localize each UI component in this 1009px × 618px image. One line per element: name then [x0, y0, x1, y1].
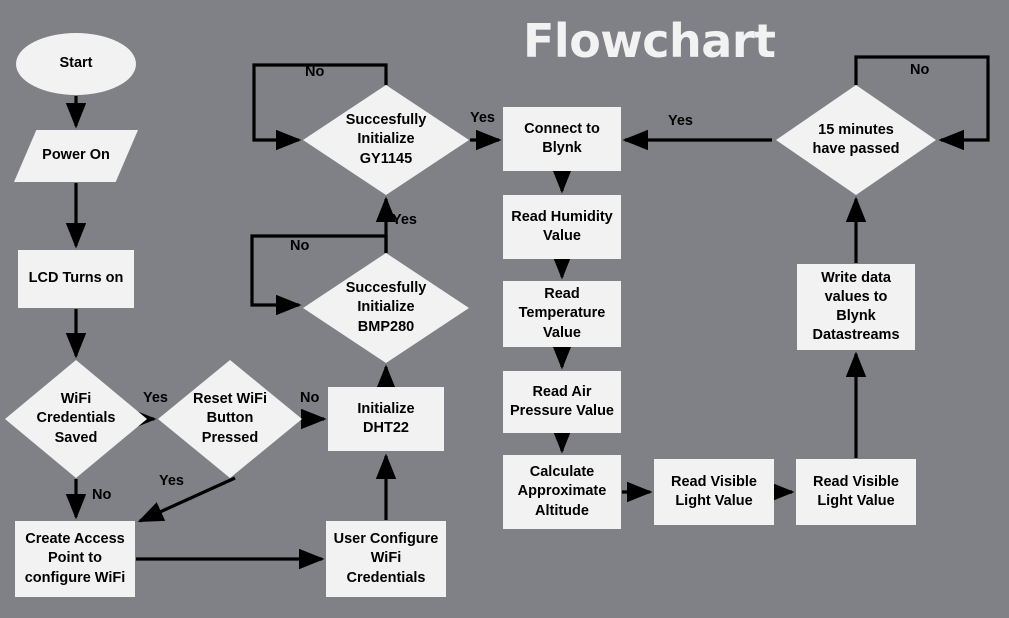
node-label-read_vis2: Read Visible Light Value — [813, 473, 899, 509]
page-title: Flowchart — [523, 14, 776, 68]
edge-label-gy1145-yes: Yes — [470, 110, 495, 126]
node-label-create_ap: Create Access Point to configure WiFi — [24, 531, 126, 586]
node-read_press: Read Air Pressure Value — [503, 371, 621, 433]
flowchart-canvas: Flowchart Start Power On LCD Turns on WiFi … — [0, 0, 1009, 618]
node-label-wifi_creds: WiFi Credentials Saved — [36, 391, 116, 446]
node-power_on: Power On — [14, 130, 138, 182]
node-read_vis1: Read Visible Light Value — [654, 459, 774, 525]
node-label-write_blynk: Write data values to Blynk Datastreams — [812, 269, 900, 344]
node-read_temp: Read Temperature Value — [503, 281, 621, 347]
node-reset_btn: Reset WiFi Button Pressed — [158, 360, 302, 478]
node-user_config: User Configure WiFi Credentials — [326, 521, 446, 597]
edge-label-resetbtn-no: No — [300, 390, 320, 406]
node-init_bmp280: Succesfully Initialize BMP280 — [303, 253, 469, 363]
edge-label-wificreds-no: No — [92, 487, 112, 503]
node-init_gy1145: Succesfully Initialize GY1145 — [303, 85, 469, 195]
node-label-connect_blynk: Connect to Blynk — [524, 120, 600, 156]
node-label-read_vis1: Read Visible Light Value — [671, 473, 757, 509]
edge-label-fifteen-yes: Yes — [668, 113, 693, 129]
node-read_hum: Read Humidity Value — [503, 195, 621, 259]
node-label-read_temp: Read Temperature Value — [518, 286, 606, 341]
node-label-init_gy1145: Succesfully Initialize GY1145 — [345, 112, 427, 167]
edge-label-resetbtn-yes: Yes — [159, 473, 184, 489]
node-wifi_creds: WiFi Credentials Saved — [5, 360, 147, 478]
node-start: Start — [16, 33, 136, 95]
node-label-fifteen_min: 15 minutes have passed — [812, 121, 900, 157]
edge-label-bmp280-yes: Yes — [392, 212, 417, 228]
node-label-lcd_on: LCD Turns on — [28, 270, 124, 287]
node-label-start: Start — [59, 55, 93, 72]
node-connect_blynk: Connect to Blynk — [503, 107, 621, 171]
node-label-init_bmp280: Succesfully Initialize BMP280 — [345, 280, 427, 335]
node-label-init_dht22: Initialize DHT22 — [357, 400, 415, 436]
node-init_dht22: Initialize DHT22 — [328, 387, 444, 451]
node-label-calc_alt: Calculate Approximate Altitude — [517, 464, 607, 519]
node-label-user_config: User Configure WiFi Credentials — [333, 531, 439, 586]
node-label-read_press: Read Air Pressure Value — [510, 383, 614, 419]
node-label-reset_btn: Reset WiFi Button Pressed — [193, 391, 267, 446]
node-calc_alt: Calculate Approximate Altitude — [503, 455, 621, 529]
node-read_vis2: Read Visible Light Value — [796, 459, 916, 525]
node-lcd_on: LCD Turns on — [18, 250, 134, 308]
node-label-read_hum: Read Humidity Value — [511, 208, 613, 244]
edge-label-wificreds-yes: Yes — [143, 390, 168, 406]
edge-label-fifteen-no: No — [910, 62, 930, 78]
node-write_blynk: Write data values to Blynk Datastreams — [797, 264, 915, 350]
node-fifteen_min: 15 minutes have passed — [776, 85, 936, 195]
edge-label-bmp280-no: No — [290, 238, 310, 254]
edge-label-gy1145-no: No — [305, 64, 325, 80]
node-label-power_on: Power On — [42, 147, 110, 164]
edge-resetbtn-yes-to-createap — [137, 476, 236, 523]
node-create_ap: Create Access Point to configure WiFi — [15, 521, 135, 597]
